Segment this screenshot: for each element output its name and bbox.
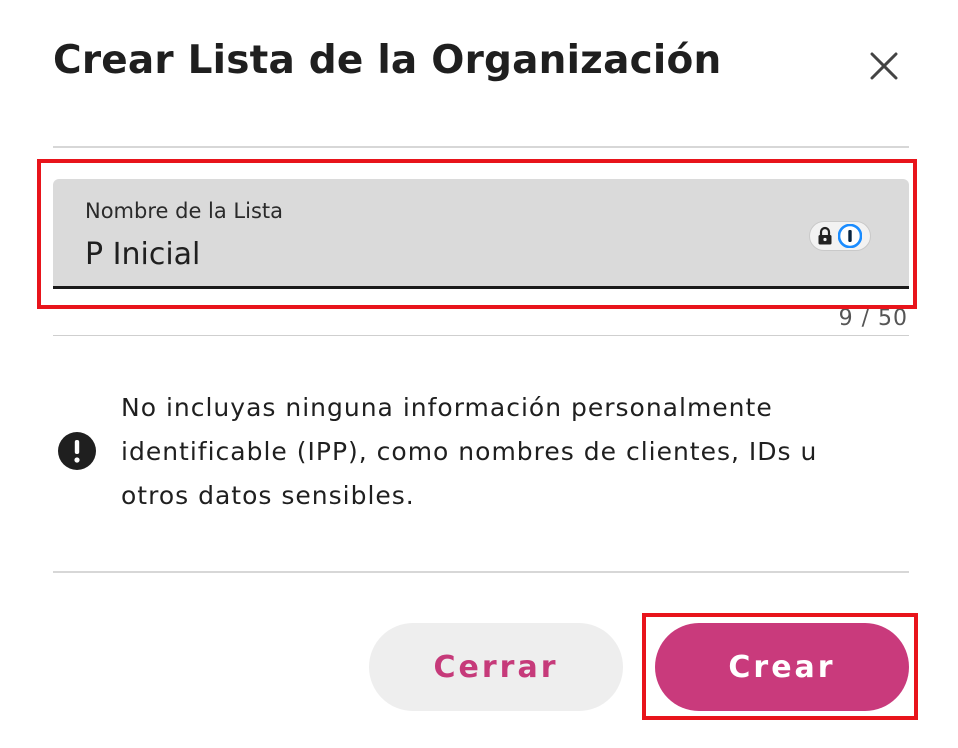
list-name-label: Nombre de la Lista (85, 199, 283, 223)
lock-icon (818, 226, 832, 245)
list-name-field[interactable]: Nombre de la Lista P Inicial (53, 179, 909, 289)
exclamation-circle-icon (58, 432, 96, 470)
footer-divider (53, 571, 909, 573)
create-button[interactable]: Crear (655, 623, 909, 711)
close-icon (870, 52, 898, 80)
field-divider (53, 335, 909, 336)
password-manager-button[interactable] (809, 221, 871, 251)
cancel-button[interactable]: Cerrar (369, 623, 623, 711)
onepassword-icon (838, 224, 862, 248)
close-button[interactable] (862, 44, 906, 88)
pii-warning-text: No incluyas ninguna información personal… (121, 393, 818, 510)
header-divider (53, 146, 909, 148)
create-list-dialog: Crear Lista de la Organización Nombre de… (0, 0, 958, 748)
list-name-input[interactable]: P Inicial (85, 237, 200, 272)
dialog-title: Crear Lista de la Organización (53, 38, 722, 83)
character-counter: 9 / 50 (838, 306, 908, 331)
